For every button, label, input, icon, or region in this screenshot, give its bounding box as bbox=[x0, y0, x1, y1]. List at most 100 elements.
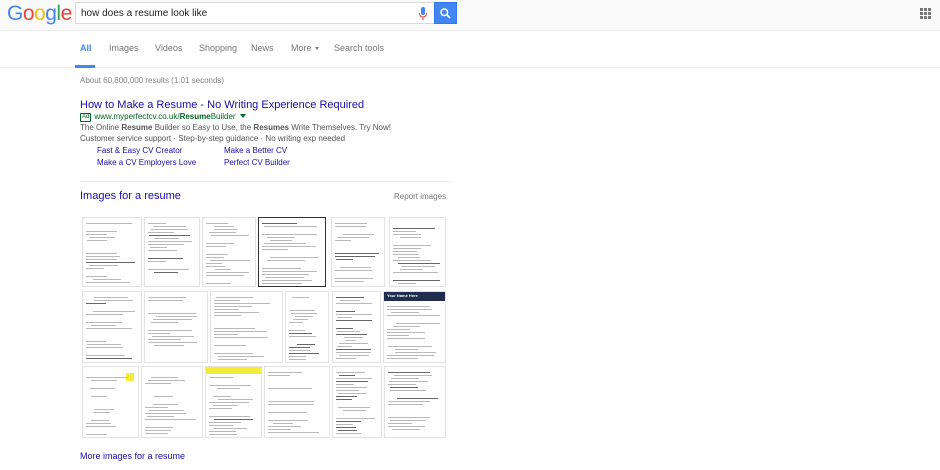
tab-shopping[interactable]: Shopping bbox=[199, 43, 237, 53]
image-thumbnail[interactable] bbox=[202, 217, 256, 287]
search-input[interactable] bbox=[81, 7, 401, 20]
thumbnail-text-line bbox=[86, 341, 106, 342]
image-thumbnail[interactable] bbox=[285, 291, 329, 363]
thumbnail-text-line bbox=[86, 423, 111, 424]
tab-all[interactable]: All bbox=[80, 43, 92, 53]
thumbnail-text-line bbox=[394, 375, 432, 376]
image-thumbnail[interactable]: Your Name Here bbox=[383, 291, 446, 363]
search-box[interactable] bbox=[75, 2, 434, 24]
thumbnail-text-line bbox=[148, 250, 177, 251]
image-thumbnail[interactable] bbox=[258, 217, 326, 287]
thumbnail-text-line bbox=[268, 404, 314, 405]
images-section-heading[interactable]: Images for a resume bbox=[80, 190, 181, 202]
more-images-link[interactable]: More images for a resume bbox=[80, 451, 185, 461]
thumbnail-text-line bbox=[86, 314, 123, 315]
thumbnail-text-line bbox=[388, 417, 430, 418]
thumbnail-text-line bbox=[209, 434, 237, 435]
thumbnail-text-line bbox=[153, 319, 192, 320]
ad-dropdown-icon[interactable] bbox=[239, 114, 246, 118]
thumbnail-text-line bbox=[336, 311, 355, 312]
image-thumbnail[interactable] bbox=[332, 291, 381, 363]
sitelink-fast-easy-cv-creator[interactable]: Fast & Easy CV Creator bbox=[97, 146, 182, 155]
thumbnail-text-line bbox=[397, 398, 438, 399]
thumbnail-text-line bbox=[336, 427, 356, 428]
thumbnail-text-line bbox=[336, 396, 357, 397]
thumbnail-text-line bbox=[387, 306, 430, 307]
thumbnail-text-line bbox=[387, 329, 410, 330]
thumbnail-text-line bbox=[388, 404, 423, 405]
image-thumbnail[interactable] bbox=[144, 217, 200, 287]
image-thumbnail[interactable] bbox=[82, 291, 142, 363]
image-thumbnail[interactable] bbox=[141, 366, 203, 438]
thumbnail-text-line bbox=[398, 283, 416, 284]
thumbnail-text-line bbox=[393, 326, 420, 327]
image-thumbnail[interactable] bbox=[210, 291, 283, 363]
thumbnail-text-line bbox=[150, 247, 167, 248]
image-thumbnail[interactable] bbox=[331, 217, 385, 287]
ad-title-link[interactable]: How to Make a Resume - No Writing Experi… bbox=[80, 99, 364, 111]
thumbnail-text-line bbox=[149, 410, 184, 411]
sitelink-perfect-cv-builder[interactable]: Perfect CV Builder bbox=[224, 158, 290, 167]
image-thumbnail[interactable] bbox=[144, 291, 208, 363]
tab-videos[interactable]: Videos bbox=[155, 43, 182, 53]
thumbnail-text-line bbox=[262, 271, 317, 272]
thumbnail-text-line bbox=[393, 251, 417, 252]
image-thumbnail[interactable] bbox=[332, 366, 382, 438]
thumbnail-text-line bbox=[214, 337, 268, 338]
thumbnail-text-line bbox=[336, 399, 352, 400]
tab-images[interactable]: Images bbox=[109, 43, 139, 53]
thumbnail-text-line bbox=[86, 231, 117, 232]
thumbnail-text-line bbox=[393, 260, 431, 261]
thumbnail-text-line bbox=[336, 303, 372, 304]
image-thumbnail[interactable] bbox=[264, 366, 330, 438]
thumbnail-text-line bbox=[145, 383, 171, 384]
thumbnail-text-line bbox=[339, 343, 368, 344]
report-images-link[interactable]: Report images bbox=[394, 192, 446, 201]
thumbnail-text-line bbox=[148, 333, 170, 334]
thumbnail-text-line bbox=[262, 246, 316, 247]
thumbnail-text-line bbox=[145, 430, 171, 431]
thumbnail-text-line bbox=[400, 269, 423, 270]
image-thumbnail[interactable] bbox=[389, 217, 446, 287]
thumbnail-text-line bbox=[213, 428, 247, 429]
sitelink-make-better-cv[interactable]: Make a Better CV bbox=[224, 146, 287, 155]
thumbnail-text-line bbox=[211, 235, 249, 236]
thumbnail-text-line bbox=[267, 237, 295, 238]
search-button[interactable] bbox=[434, 2, 457, 24]
thumbnail-text-line bbox=[395, 349, 418, 350]
thumbnail-text-line bbox=[93, 412, 110, 413]
thumbnail-text-line bbox=[218, 356, 264, 357]
thumbnail-text-line bbox=[209, 385, 251, 386]
image-thumbnail[interactable] bbox=[82, 217, 142, 287]
thumbnail-name-text: Your Name Here bbox=[387, 293, 418, 298]
thumbnail-text-line bbox=[387, 338, 425, 339]
tab-more[interactable]: More bbox=[291, 43, 319, 53]
thumbnail-text-line bbox=[289, 359, 306, 360]
thumbnail-text-line bbox=[336, 418, 375, 419]
google-logo[interactable]: Google bbox=[7, 2, 72, 26]
sitelink-cv-employers-love[interactable]: Make a CV Employers Love bbox=[97, 158, 196, 167]
thumbnail-text-line bbox=[86, 358, 132, 359]
ad-description-2: Customer service support · Step-by-step … bbox=[80, 134, 346, 143]
thumbnail-text-line bbox=[267, 260, 305, 261]
image-thumbnail[interactable] bbox=[205, 366, 262, 438]
image-thumbnail[interactable] bbox=[82, 366, 139, 438]
apps-grid-icon[interactable] bbox=[920, 8, 931, 19]
thumbnail-text-line bbox=[270, 257, 319, 258]
microphone-icon[interactable] bbox=[418, 7, 428, 21]
thumbnail-text-line bbox=[148, 258, 183, 259]
image-thumbnail[interactable] bbox=[384, 366, 446, 438]
tab-news[interactable]: News bbox=[251, 43, 274, 53]
tab-search-tools[interactable]: Search tools bbox=[334, 43, 384, 53]
thumbnail-text-line bbox=[215, 269, 231, 270]
thumbnail-text-line bbox=[86, 377, 128, 378]
thumbnail-text-line bbox=[393, 231, 416, 232]
thumbnail-text-line bbox=[149, 235, 190, 236]
thumbnail-text-line bbox=[86, 282, 130, 283]
thumbnail-text-line bbox=[86, 355, 125, 356]
ad-url[interactable]: Ad www.myperfectcv.co.uk/ResumeBuilder bbox=[80, 112, 246, 122]
thumbnail-text-line bbox=[214, 315, 241, 316]
thumbnail-text-line bbox=[265, 277, 304, 278]
thumbnail-text-line bbox=[336, 433, 361, 434]
thumbnail-text-line bbox=[268, 420, 308, 421]
